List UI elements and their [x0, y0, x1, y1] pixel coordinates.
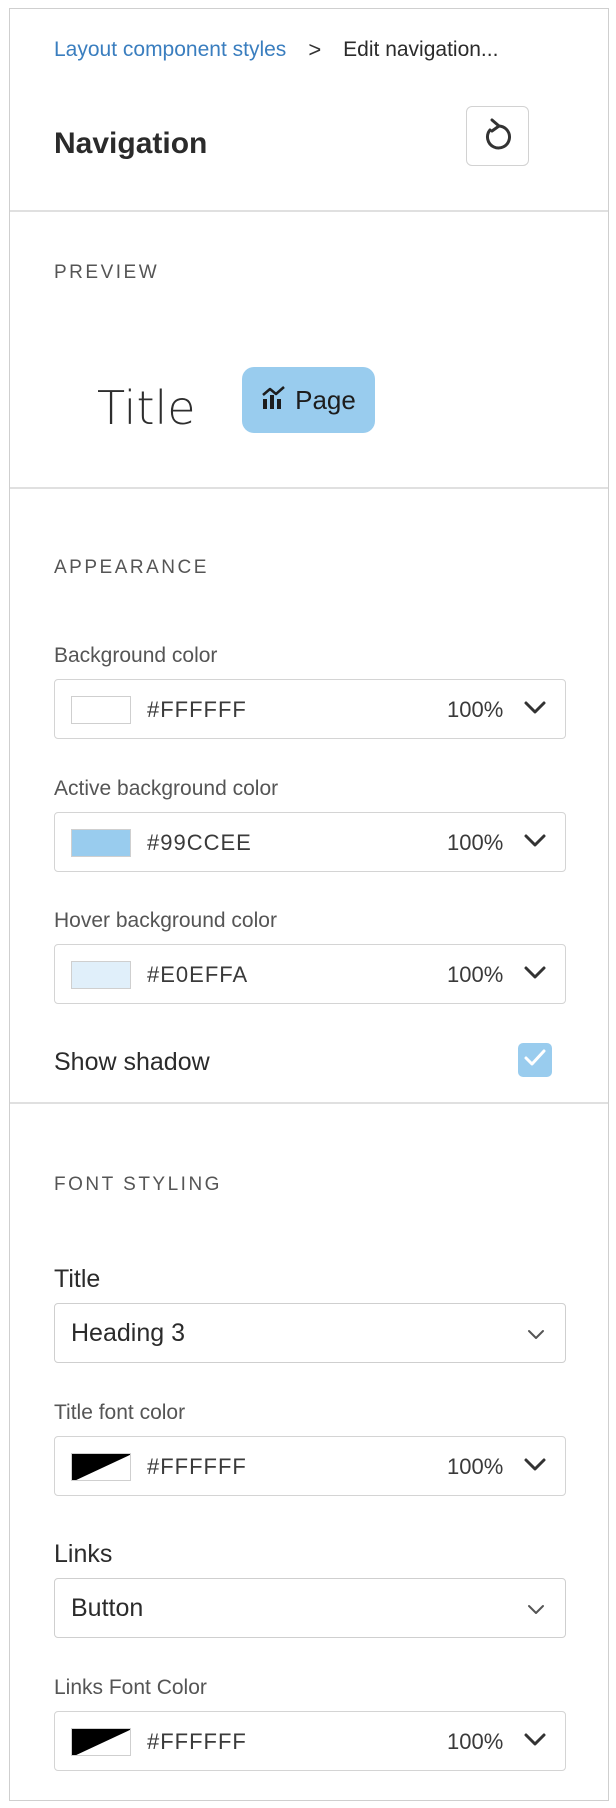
background-color-swatch[interactable] [71, 696, 131, 724]
title-style-value: Heading 3 [71, 1319, 185, 1347]
panel-header: Layout component styles > Edit navigatio… [10, 9, 608, 210]
title-style-label: Title [54, 1265, 101, 1293]
links-font-color-field[interactable]: #FFFFFF 100% [54, 1711, 566, 1771]
preview-section-label: PREVIEW [54, 262, 160, 283]
show-shadow-checkbox[interactable] [518, 1043, 552, 1077]
title-style-select[interactable]: Heading 3 [54, 1303, 566, 1363]
background-color-hex: #FFFFFF [147, 697, 247, 722]
hover-background-color-hex: #E0EFFA [147, 962, 249, 987]
breadcrumb: Layout component styles > Edit navigatio… [54, 37, 498, 63]
background-color-opacity: 100% [447, 697, 504, 722]
chevron-down-icon[interactable] [523, 965, 547, 986]
page-title: Navigation [54, 127, 208, 160]
chevron-down-icon[interactable] [523, 1732, 547, 1753]
chevron-down-icon[interactable] [523, 1457, 547, 1478]
links-style-label: Links [54, 1540, 113, 1568]
active-background-color-opacity: 100% [447, 830, 504, 855]
active-background-color-swatch[interactable] [71, 829, 131, 857]
hover-background-color-opacity: 100% [447, 962, 504, 987]
appearance-section-label: APPEARANCE [54, 557, 209, 578]
preview-title: Title [97, 381, 196, 435]
background-color-field[interactable]: #FFFFFF 100% [54, 679, 566, 739]
title-font-color-field[interactable]: #FFFFFF 100% [54, 1436, 566, 1496]
divider [10, 487, 608, 489]
links-style-value: Button [71, 1594, 144, 1622]
breadcrumb-current: Edit navigation... [343, 38, 499, 61]
show-shadow-label: Show shadow [54, 1048, 210, 1076]
chart-icon [261, 384, 295, 417]
chevron-down-icon[interactable] [523, 700, 547, 721]
font-styling-section-label: FONT STYLING [54, 1174, 222, 1195]
breadcrumb-parent-link[interactable]: Layout component styles [54, 38, 286, 62]
title-font-color-swatch[interactable] [71, 1453, 131, 1481]
active-background-color-label: Active background color [54, 777, 279, 800]
active-background-color-field[interactable]: #99CCEE 100% [54, 812, 566, 872]
links-font-color-swatch[interactable] [71, 1728, 131, 1756]
preview-page-button: Page [242, 367, 375, 433]
title-font-color-hex: #FFFFFF [147, 1454, 247, 1479]
links-font-color-opacity: 100% [447, 1729, 504, 1754]
preview-page-label: Page [295, 384, 356, 415]
links-font-color-label: Links Font Color [54, 1676, 207, 1699]
title-font-color-label: Title font color [54, 1401, 186, 1424]
reset-icon [481, 116, 515, 157]
background-color-label: Background color [54, 644, 218, 667]
divider [10, 1102, 608, 1104]
reset-button[interactable] [466, 106, 529, 166]
breadcrumb-separator: > [308, 37, 322, 62]
active-background-color-hex: #99CCEE [147, 830, 252, 855]
hover-background-color-field[interactable]: #E0EFFA 100% [54, 944, 566, 1004]
navigation-style-panel: Layout component styles > Edit navigatio… [9, 8, 609, 1801]
hover-background-color-swatch[interactable] [71, 961, 131, 989]
links-style-select[interactable]: Button [54, 1578, 566, 1638]
hover-background-color-label: Hover background color [54, 909, 277, 932]
divider [10, 210, 608, 212]
check-icon [523, 1048, 547, 1073]
chevron-down-icon [527, 1603, 545, 1621]
chevron-down-icon[interactable] [523, 833, 547, 854]
title-font-color-opacity: 100% [447, 1454, 504, 1479]
chevron-down-icon [527, 1328, 545, 1346]
links-font-color-hex: #FFFFFF [147, 1729, 247, 1754]
